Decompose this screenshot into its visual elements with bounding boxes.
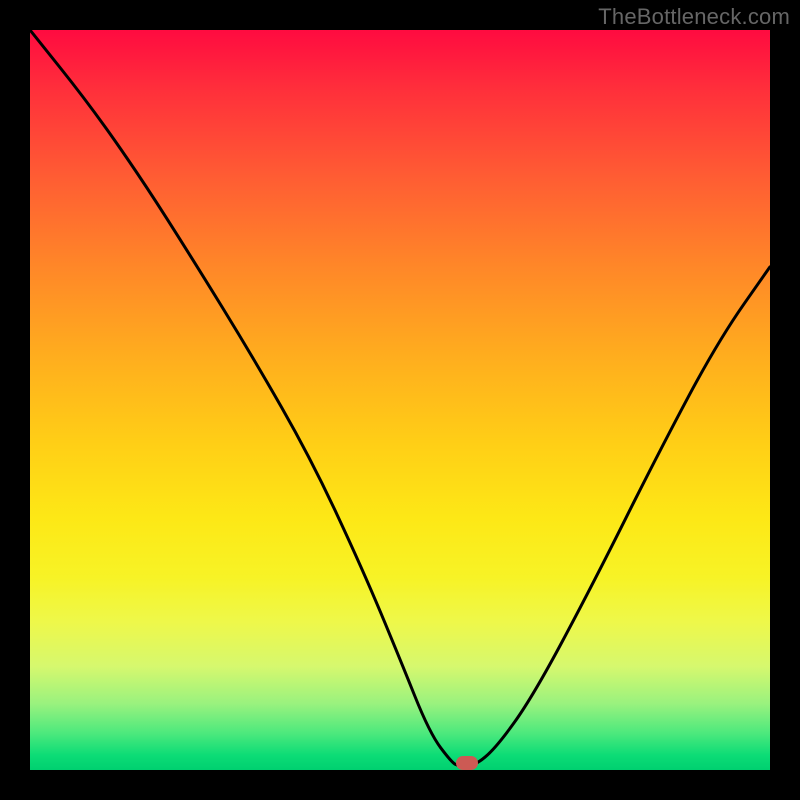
optimum-marker [456,756,478,770]
attribution-text: TheBottleneck.com [598,4,790,30]
bottleneck-chart: TheBottleneck.com [0,0,800,800]
curve-layer [30,30,770,770]
bottleneck-curve [30,30,770,766]
plot-area [30,30,770,770]
